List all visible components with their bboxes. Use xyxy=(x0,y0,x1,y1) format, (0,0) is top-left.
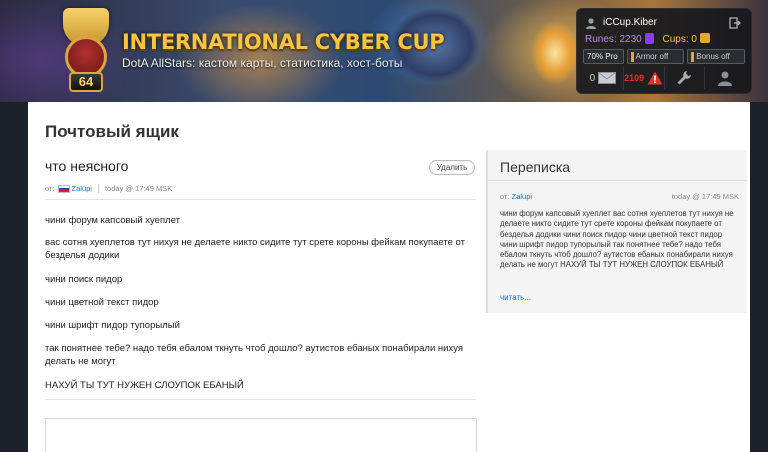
user-actions-row: 0 2109 xyxy=(583,67,745,89)
delete-button[interactable]: Удалить xyxy=(429,160,475,175)
from-label: от: xyxy=(500,192,510,201)
from-label: от: xyxy=(45,184,55,193)
message-line: НАХУЙ ТЫ ТУТ НУЖЕН СЛОУПОК ЕБАНЫЙ xyxy=(45,380,244,391)
conversation-date: today @ 17:49 MSK xyxy=(671,192,739,201)
mail-count: 0 xyxy=(589,72,596,84)
message-line: чини цветной текст пидор xyxy=(45,297,159,308)
user-icon xyxy=(586,18,596,29)
envelope-icon xyxy=(598,72,617,84)
conversation-preview: чини форум капсовый хуеплет вас сотня ху… xyxy=(500,209,734,270)
mailbox-card: Почтовый ящик что неясного Удалить от: Z… xyxy=(28,102,750,452)
armor-indicator-icon xyxy=(630,51,634,62)
message-line: чини шрифт пидор тупорылый xyxy=(45,320,180,331)
user-status-chips: 70% Pro Armor off Bonus off xyxy=(583,49,745,64)
bonus-status-chip[interactable]: Bonus off xyxy=(687,49,745,64)
mailbox-button[interactable]: 0 xyxy=(583,67,624,89)
meta-divider xyxy=(97,184,99,193)
message-line: вас сотня хуеплетов тут нихуя не делаете… xyxy=(45,237,465,261)
message-subject: что неясного xyxy=(45,158,129,174)
message-line: чини форум капсовый хуеплет xyxy=(45,215,180,226)
pro-status-label: 70% Pro xyxy=(587,52,618,61)
divider xyxy=(45,199,476,200)
cup-icon xyxy=(699,33,710,43)
tools-button[interactable] xyxy=(665,67,706,89)
pro-status-chip[interactable]: 70% Pro xyxy=(583,49,624,64)
read-more-link[interactable]: читать... xyxy=(500,293,531,302)
wrench-icon xyxy=(677,71,692,85)
user-panel-header: iCCup.Kiber xyxy=(585,17,743,31)
bonus-status-label: Bonus off xyxy=(696,52,730,61)
site-banner: 64 INTERNATIONAL CYBER CUP DotA AllStars… xyxy=(0,0,768,102)
message-line: так понятнее тебе? надо тебя ебалом ткну… xyxy=(45,343,463,367)
conversation-title: Переписка xyxy=(500,159,571,175)
message-meta: от: Zalupi today @ 17:49 MSK xyxy=(45,183,172,194)
divider xyxy=(45,399,476,400)
divider xyxy=(488,180,747,181)
armor-status-label: Armor off xyxy=(635,52,669,61)
alerts-button[interactable]: 2109 xyxy=(624,67,665,89)
conversation-sidebar: Переписка от: Zalupi today @ 17:49 MSK ч… xyxy=(486,150,747,313)
message-line: чини поиск пидор xyxy=(45,274,123,285)
profile-icon xyxy=(718,71,733,86)
rune-icon xyxy=(644,33,654,44)
user-currency-row: Runes: 2230 Cups: 0 xyxy=(585,33,743,47)
site-title[interactable]: INTERNATIONAL CYBER CUP xyxy=(122,30,445,54)
page-title: Почтовый ящик xyxy=(45,122,179,141)
trophy-logo[interactable]: 64 xyxy=(55,8,117,94)
username-link[interactable]: iCCup.Kiber xyxy=(603,17,657,28)
cups-balance[interactable]: Cups: 0 xyxy=(663,33,710,45)
conversation-author-link[interactable]: Zalupi xyxy=(512,192,532,201)
armor-status-chip[interactable]: Armor off xyxy=(626,49,685,64)
profile-button[interactable] xyxy=(705,67,745,89)
reply-textarea[interactable] xyxy=(45,418,477,452)
russia-flag-icon xyxy=(57,184,70,193)
runes-balance[interactable]: Runes: 2230 xyxy=(585,33,654,45)
warning-icon xyxy=(647,71,663,85)
conversation-meta: от: Zalupi today @ 17:49 MSK xyxy=(500,192,739,201)
logout-icon[interactable] xyxy=(729,17,741,29)
message-author-link[interactable]: Zalupi xyxy=(72,184,92,193)
bonus-indicator-icon xyxy=(691,51,695,62)
user-panel: iCCup.Kiber Runes: 2230 Cups: 0 70% Pro … xyxy=(576,8,752,94)
message-date: today @ 17:49 MSK xyxy=(104,184,173,193)
site-subtitle: DotA AllStars: кастом карты, статистика,… xyxy=(122,56,403,70)
alert-count: 2109 xyxy=(624,73,645,83)
user-level-badge: 64 xyxy=(69,72,103,92)
